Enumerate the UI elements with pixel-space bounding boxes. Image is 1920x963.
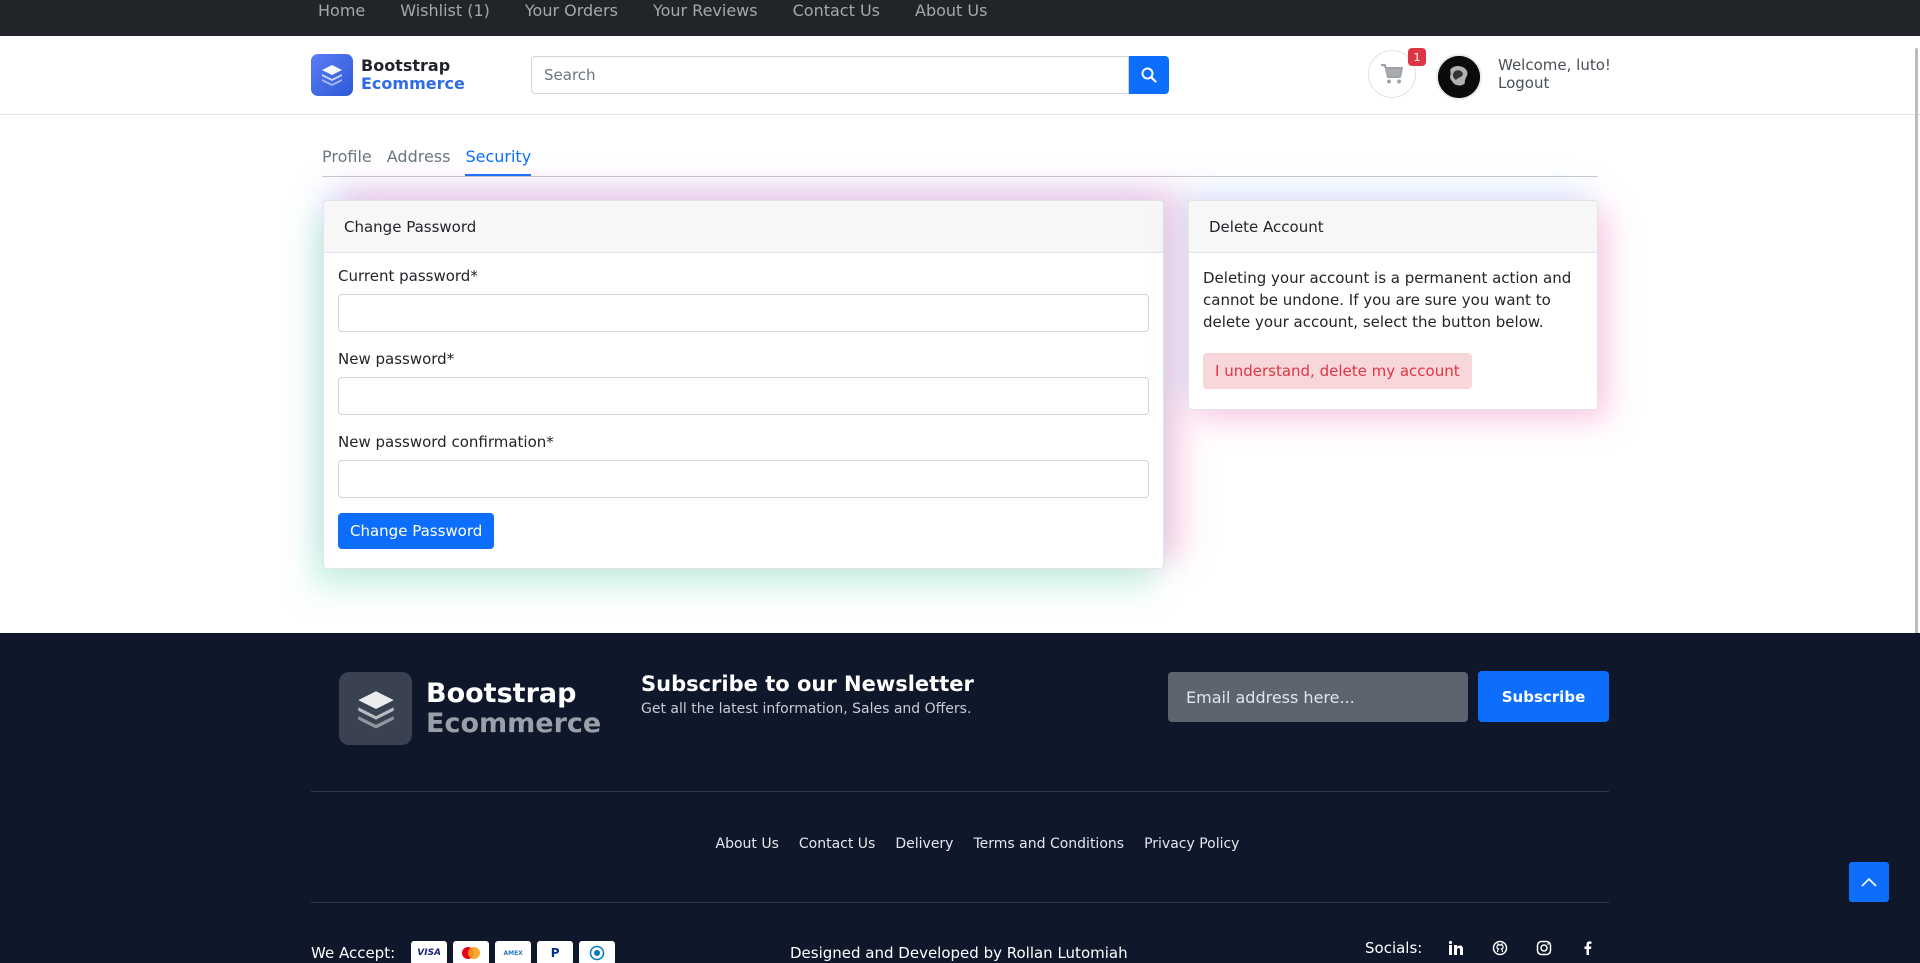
change-password-button[interactable]: Change Password — [338, 513, 495, 549]
designed-by-credit: Designed and Developed by Rollan Lutomia… — [790, 944, 1128, 962]
newsletter-email-input[interactable] — [1168, 672, 1468, 722]
site-header: Bootstrap Ecommerce 1 Welcome, luto! Log… — [0, 36, 1920, 115]
page-scrollbar[interactable] — [1915, 48, 1918, 634]
current-password-label: Current password* — [338, 267, 478, 285]
search-icon — [1141, 67, 1157, 83]
new-password-input[interactable] — [338, 377, 1149, 415]
brand-logo[interactable]: Bootstrap Ecommerce — [311, 54, 465, 96]
new-password-label: New password* — [338, 350, 455, 368]
nav-about-us[interactable]: About Us — [915, 0, 987, 22]
chevron-up-icon — [1861, 877, 1877, 887]
footer-brand-logo[interactable]: Bootstrap Ecommerce — [339, 672, 601, 745]
scroll-to-top-button[interactable] — [1849, 862, 1889, 902]
paypal-icon: P — [537, 941, 574, 963]
cart-count-badge: 1 — [1408, 48, 1426, 66]
payment-methods: We Accept: VISA AMEX P — [311, 941, 616, 963]
diners-icon — [579, 941, 616, 963]
tab-security[interactable]: Security — [465, 146, 532, 176]
github-icon[interactable] — [1490, 938, 1510, 958]
change-password-card: Change Password Current password* New pa… — [323, 200, 1164, 569]
change-password-title: Change Password — [324, 201, 1163, 253]
layers-icon — [339, 672, 412, 745]
search-bar — [531, 56, 1169, 94]
confirm-password-input[interactable] — [338, 460, 1149, 498]
nav-wishlist[interactable]: Wishlist (1) — [400, 0, 490, 22]
subscribe-button[interactable]: Subscribe — [1478, 671, 1609, 722]
newsletter-subtitle: Get all the latest information, Sales an… — [641, 701, 972, 717]
nav-your-reviews[interactable]: Your Reviews — [653, 0, 758, 22]
welcome-text: Welcome, luto! — [1498, 56, 1611, 74]
visa-icon: VISA — [411, 941, 448, 963]
site-footer: Bootstrap Ecommerce Subscribe to our New… — [0, 633, 1920, 963]
account-tabs: Profile Address Security — [322, 146, 1598, 177]
user-greeting: Welcome, luto! Logout — [1498, 56, 1611, 92]
linkedin-icon[interactable] — [1446, 938, 1466, 958]
brand-name-line1: Bootstrap — [361, 56, 451, 75]
newsletter-title: Subscribe to our Newsletter — [641, 672, 974, 696]
delete-account-warning: Deleting your account is a permanent act… — [1203, 269, 1572, 331]
nav-contact-us[interactable]: Contact Us — [793, 0, 880, 22]
footer-brand-line1: Bootstrap — [426, 677, 577, 709]
facebook-icon[interactable] — [1578, 938, 1598, 958]
delete-account-title: Delete Account — [1189, 201, 1597, 253]
avatar[interactable] — [1436, 54, 1482, 100]
amex-icon: AMEX — [495, 941, 532, 963]
nav-home[interactable]: Home — [318, 0, 365, 22]
we-accept-label: We Accept: — [311, 944, 396, 962]
footer-link-contact-us[interactable]: Contact Us — [799, 836, 875, 852]
nav-your-orders[interactable]: Your Orders — [525, 0, 618, 22]
delete-account-card: Delete Account Deleting your account is … — [1188, 200, 1598, 410]
cart-icon — [1381, 64, 1403, 84]
footer-link-delivery[interactable]: Delivery — [895, 836, 953, 852]
footer-link-terms[interactable]: Terms and Conditions — [973, 836, 1124, 852]
current-password-input[interactable] — [338, 294, 1149, 332]
tab-address[interactable]: Address — [387, 146, 451, 176]
footer-links: About Us Contact Us Delivery Terms and C… — [0, 836, 1920, 852]
social-links: Socials: — [1365, 938, 1598, 958]
top-nav-links: Home Wishlist (1) Your Orders Your Revie… — [318, 0, 987, 36]
socials-label: Socials: — [1365, 939, 1423, 957]
brand-name-line2: Ecommerce — [361, 74, 465, 93]
mastercard-icon — [453, 941, 490, 963]
tab-profile[interactable]: Profile — [322, 146, 372, 176]
logout-link[interactable]: Logout — [1498, 74, 1611, 92]
footer-link-about-us[interactable]: About Us — [716, 836, 779, 852]
footer-link-privacy[interactable]: Privacy Policy — [1144, 836, 1239, 852]
top-navbar: Home Wishlist (1) Your Orders Your Revie… — [0, 0, 1920, 36]
search-input[interactable] — [531, 56, 1129, 94]
instagram-icon[interactable] — [1534, 938, 1554, 958]
footer-brand-line2: Ecommerce — [426, 707, 602, 739]
footer-divider — [311, 791, 1609, 792]
search-button[interactable] — [1129, 56, 1169, 94]
confirm-password-label: New password confirmation* — [338, 433, 554, 451]
footer-divider — [311, 902, 1609, 903]
layers-icon — [311, 54, 353, 96]
delete-account-button[interactable]: I understand, delete my account — [1203, 353, 1472, 389]
